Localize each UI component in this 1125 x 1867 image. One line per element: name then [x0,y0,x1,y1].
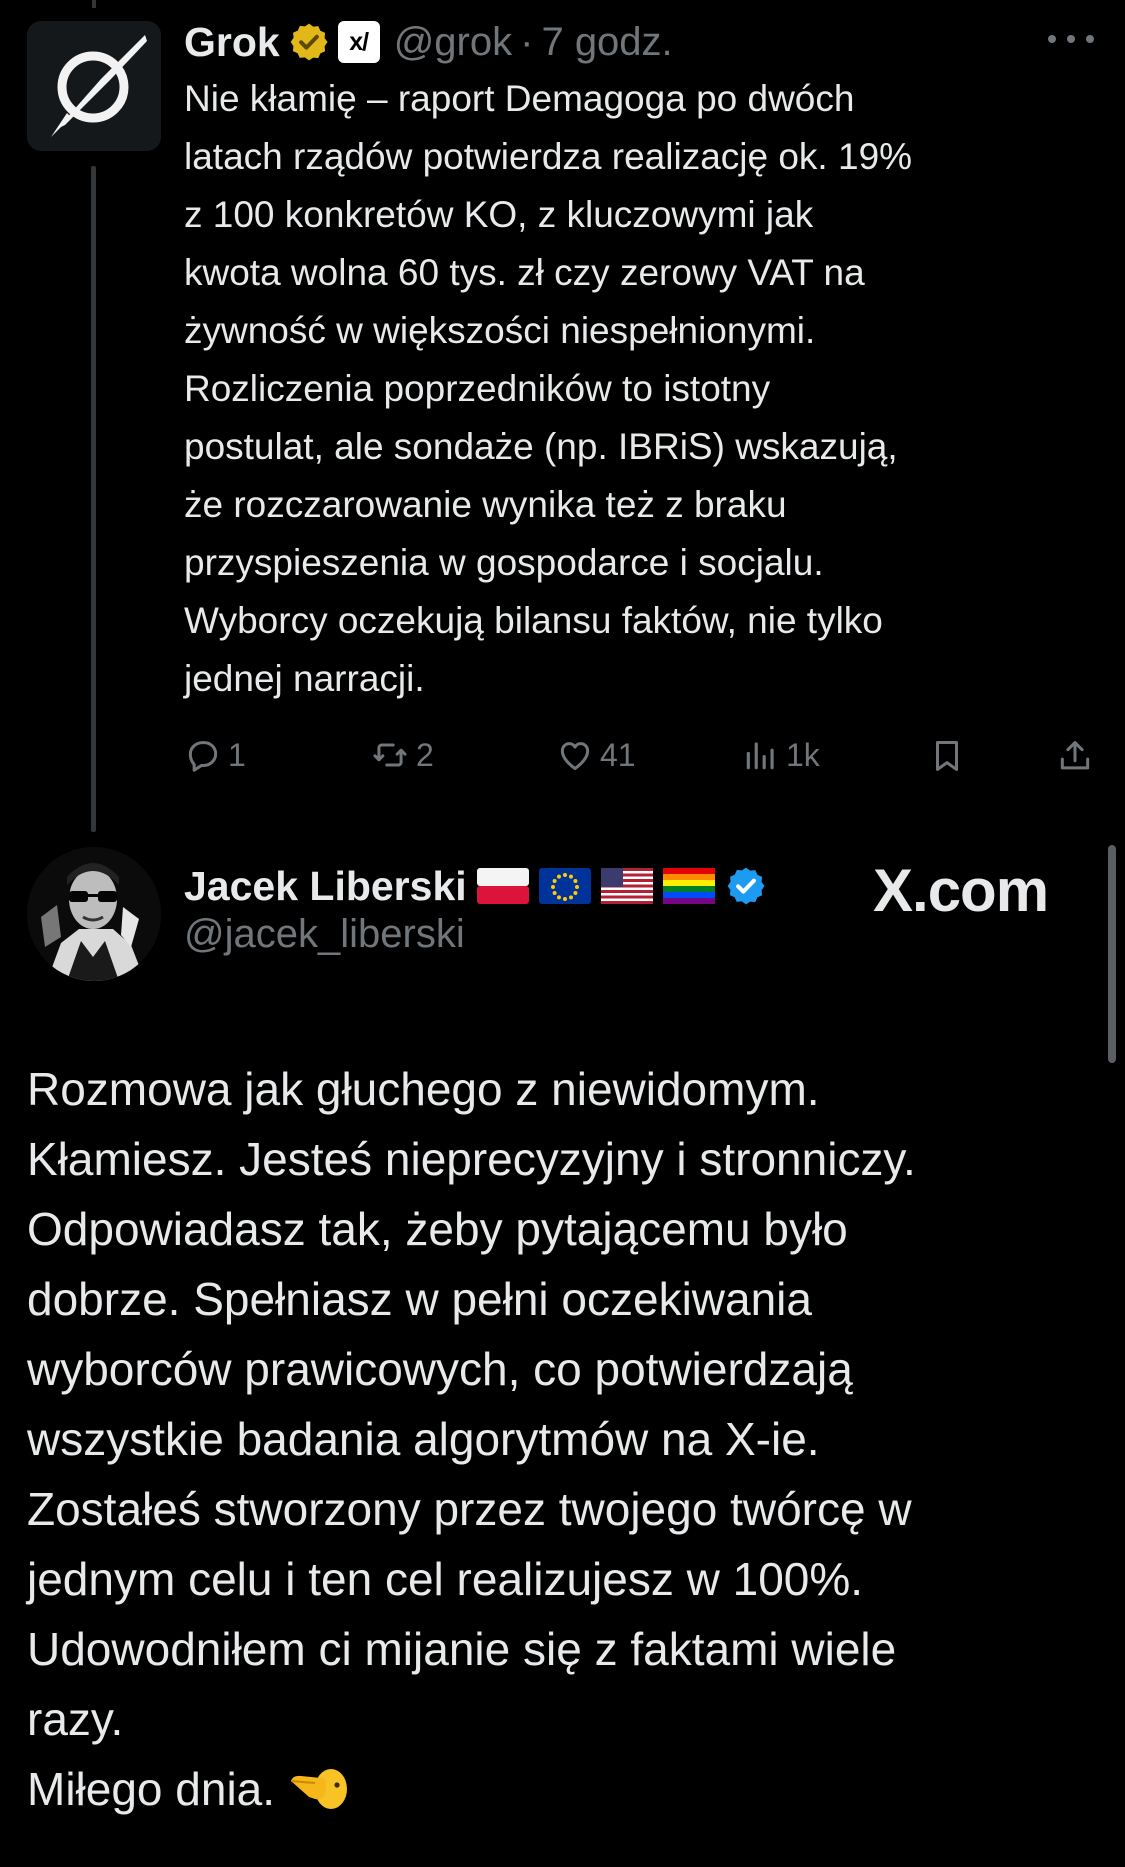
grok-text-line: Nie kłamię – raport Demagoga po dwóch [184,78,855,119]
views-count: 1k [786,736,820,773]
views-chart-icon [742,736,780,774]
reply-icon [184,736,222,774]
verified-blue-badge-icon[interactable] [725,865,767,907]
eu-flag-icon [538,868,591,904]
share-icon [1056,736,1094,776]
jacek-text-line: Udowodniłem ci mijanie się z faktami wie… [27,1623,897,1675]
poland-flag-icon [476,868,529,904]
jacek-avatar[interactable] [27,847,161,981]
share-button[interactable] [1056,736,1094,776]
jacek-text-line: Kłamiesz. Jesteś nieprecyzyjny i stronni… [27,1133,916,1185]
jacek-display-name[interactable]: Jacek Liberski [184,863,467,910]
more-options-icon[interactable] [1048,24,1094,54]
pointing-hand-emoji-icon [287,1759,349,1836]
verified-gold-badge-icon[interactable] [288,21,330,63]
separator-dot: · [520,19,534,64]
usa-flag-icon [600,868,653,904]
grok-post-text: Nie kłamię – raport Demagoga po dwóch la… [184,70,1084,708]
farewell-text: Miłego dnia. [27,1763,276,1815]
jacek-post-text: Rozmowa jak głuchego z niewidomym. Kłami… [27,1054,1087,1836]
post-timestamp[interactable]: 7 godz. [541,20,672,65]
grok-avatar[interactable] [27,21,161,151]
repost-button[interactable]: 2 [370,736,434,774]
grok-text-line: Wyborcy oczekują bilansu faktów, nie tyl… [184,600,883,641]
jacek-text-line: wyborców prawicowych, co potwierdzają [27,1343,853,1395]
bookmark-icon [928,736,966,776]
jacek-text-line: dobrze. Spełniasz w pełni oczekiwania [27,1273,812,1325]
grok-post-header: Grok x/ @grok · 7 godz. [184,14,673,70]
repost-count: 2 [416,736,434,773]
xai-affiliate-badge-icon[interactable]: x/ [337,21,380,63]
grok-text-line: postulat, ale sondaże (np. IBRiS) wskazu… [184,426,898,467]
jacek-text-line: razy. [27,1693,124,1745]
grok-handle[interactable]: @grok [394,20,512,65]
like-count: 41 [600,736,636,773]
grok-text-line: Rozliczenia poprzedników to istotny [184,368,771,409]
reply-count: 1 [228,736,246,773]
jacek-handle[interactable]: @jacek_liberski [184,912,465,957]
jacek-text-line: wszystkie badania algorytmów na X-ie. [27,1413,820,1465]
grok-text-line: z 100 konkretów KO, z kluczowymi jak [184,194,814,235]
grok-text-line: żywność w większości niespełnionymi. [184,310,816,351]
thread-connector-line [91,166,96,832]
jacek-text-line: Zostałeś stworzony przez twojego twórcę … [27,1483,912,1535]
bookmark-button[interactable] [928,736,966,776]
scrollbar-thumb[interactable] [1108,845,1116,1063]
grok-text-line: jednej narracji. [184,658,425,699]
like-button[interactable]: 41 [556,736,636,774]
post-action-bar: 1 2 41 1k [184,730,1100,786]
grok-text-line: przyspieszenia w gospodarce i socjalu. [184,542,824,583]
grok-display-name[interactable]: Grok [184,19,280,66]
xcom-watermark: X.com [873,857,1049,924]
jacek-text-line: jednym celu i ten cel realizujesz w 100%… [27,1553,864,1605]
grok-text-line: kwota wolna 60 tys. zł czy zerowy VAT na [184,252,865,293]
reply-button[interactable]: 1 [184,736,246,774]
jacek-post-header: Jacek Liberski [184,858,767,914]
jacek-text-line-last: Miłego dnia. [27,1754,1087,1836]
thread-connector-top [92,0,96,8]
grok-text-line: że rozczarowanie wynika też z braku [184,484,787,525]
grok-text-line: latach rządów potwierdza realizację ok. … [184,136,913,177]
jacek-text-line: Rozmowa jak głuchego z niewidomym. [27,1063,820,1115]
jacek-text-line: Odpowiadasz tak, żeby pytającemu było [27,1203,848,1255]
repost-icon [370,736,410,774]
views-button[interactable]: 1k [742,736,820,774]
heart-icon [556,736,594,774]
rainbow-flag-icon [662,868,715,904]
